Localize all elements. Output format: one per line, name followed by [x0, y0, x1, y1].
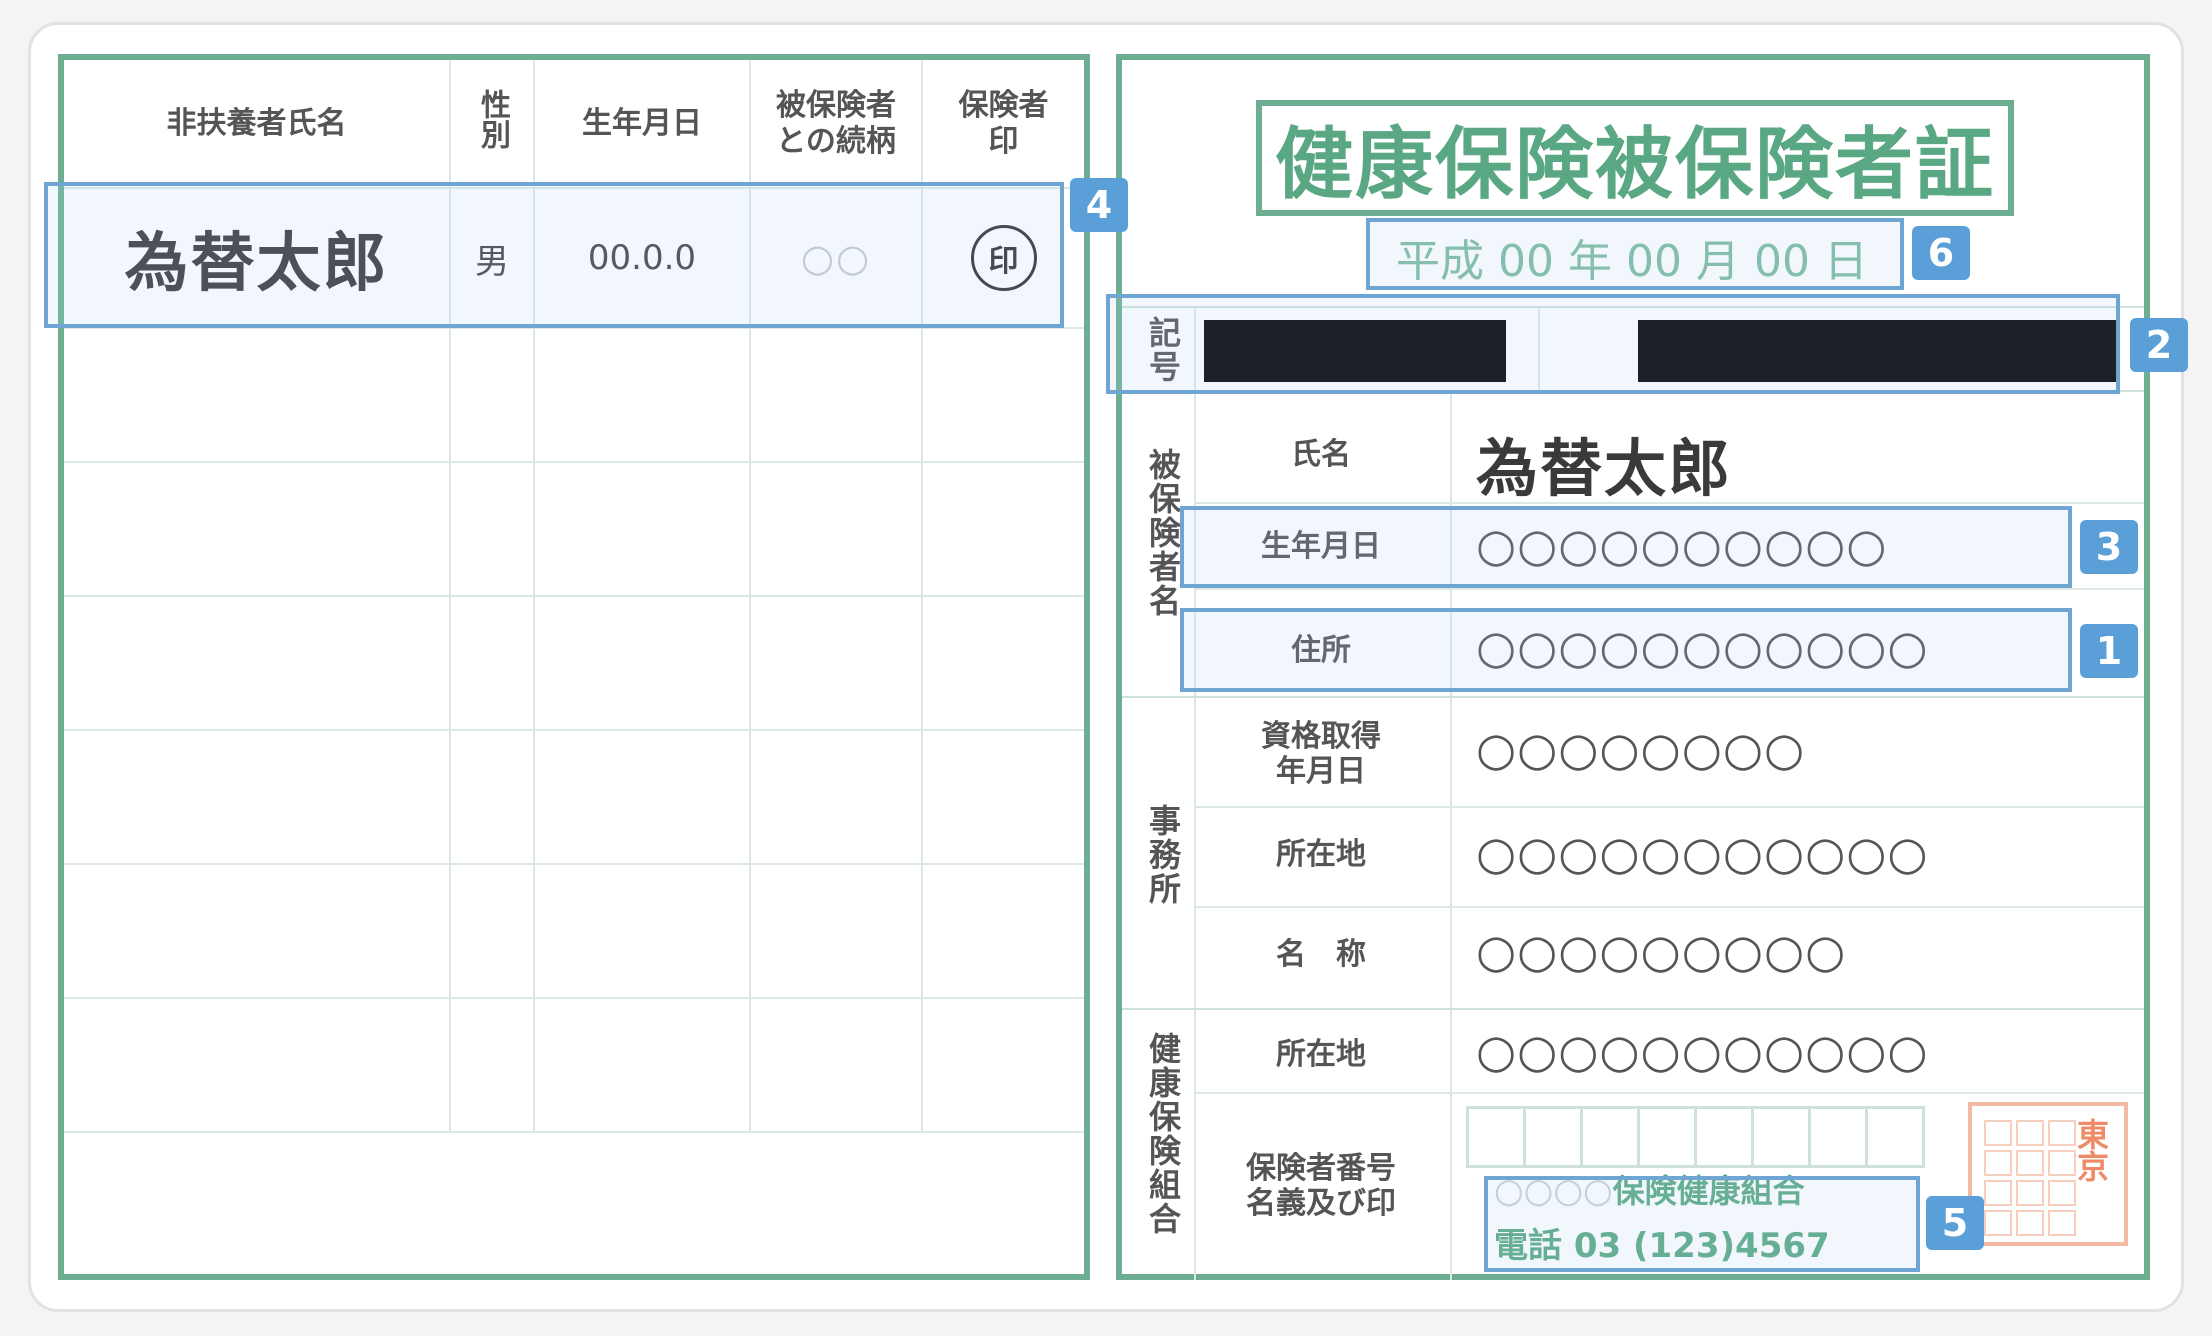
table-row	[64, 327, 1084, 463]
dependents-header-row: 非扶養者氏名 性別 生年月日 被保険者との続柄 保険者印	[64, 60, 1084, 189]
union-number-label: 保険者番号名義及び印	[1246, 1151, 1396, 1221]
badge-3: 3	[2080, 520, 2138, 574]
insured-name-label: 氏名	[1291, 437, 1351, 472]
highlight-address	[1180, 608, 2072, 692]
office-name-label: 名 称	[1276, 937, 1366, 972]
divider	[1194, 502, 2144, 504]
insurer-seal-stamp: 東京	[1968, 1102, 2128, 1246]
header-dependent-name: 非扶養者氏名	[64, 60, 451, 189]
stamp-text: 東京	[2072, 1118, 2110, 1182]
badge-5: 5	[1926, 1196, 1984, 1250]
highlight-issue-date	[1366, 218, 1904, 290]
digit-box	[1808, 1106, 1868, 1168]
digit-box	[1865, 1106, 1925, 1168]
office-section-label: 事務所	[1144, 804, 1182, 906]
badge-1: 1	[2080, 624, 2138, 678]
digit-box	[1523, 1106, 1583, 1168]
card-title-box: 健康保険被保険者証	[1256, 100, 2014, 216]
divider	[1194, 806, 2144, 808]
divider	[1194, 588, 2144, 590]
table-row	[64, 595, 1084, 731]
highlight-insurer-name	[1484, 1176, 1920, 1272]
badge-6: 6	[1912, 226, 1970, 280]
stamp-grid	[1984, 1120, 2076, 1236]
union-location-label: 所在地	[1276, 1037, 1366, 1072]
highlight-birthdate	[1180, 506, 2072, 588]
office-location-value: ○○○○○○○○○○○	[1476, 826, 1929, 880]
digit-box	[1637, 1106, 1697, 1168]
table-row	[64, 863, 1084, 999]
badge-2: 2	[2130, 318, 2188, 372]
divider	[1194, 906, 2144, 908]
insured-name-value: 為替太郎	[1476, 432, 1733, 505]
digit-box	[1694, 1106, 1754, 1168]
highlight-dependent-row	[44, 182, 1064, 328]
office-acquired-value: ○○○○○○○○	[1476, 722, 1806, 776]
digit-box	[1751, 1106, 1811, 1168]
badge-4: 4	[1070, 178, 1128, 232]
table-row	[64, 729, 1084, 865]
highlight-symbol-number	[1106, 294, 2120, 394]
divider	[1122, 696, 2144, 698]
divider	[1122, 1008, 2144, 1010]
insurer-number-boxes	[1466, 1106, 1925, 1168]
header-relation: 被保険者との続柄	[749, 60, 923, 189]
office-acquired-label: 資格取得年月日	[1261, 719, 1381, 789]
digit-box	[1466, 1106, 1526, 1168]
union-section-label: 健康保険組合	[1144, 1032, 1182, 1236]
digit-box	[1580, 1106, 1640, 1168]
card-title: 健康保険被保険者証	[1274, 120, 1995, 210]
header-gender: 性別	[449, 60, 535, 189]
office-location-label: 所在地	[1276, 837, 1366, 872]
table-row	[64, 997, 1084, 1133]
header-insurer-seal: 保険者印	[921, 60, 1084, 189]
header-birthdate: 生年月日	[533, 60, 751, 189]
table-row	[64, 461, 1084, 597]
divider	[1194, 1092, 2144, 1094]
office-name-value: ○○○○○○○○○	[1476, 924, 1847, 978]
union-location-value: ○○○○○○○○○○○	[1476, 1024, 1929, 1078]
